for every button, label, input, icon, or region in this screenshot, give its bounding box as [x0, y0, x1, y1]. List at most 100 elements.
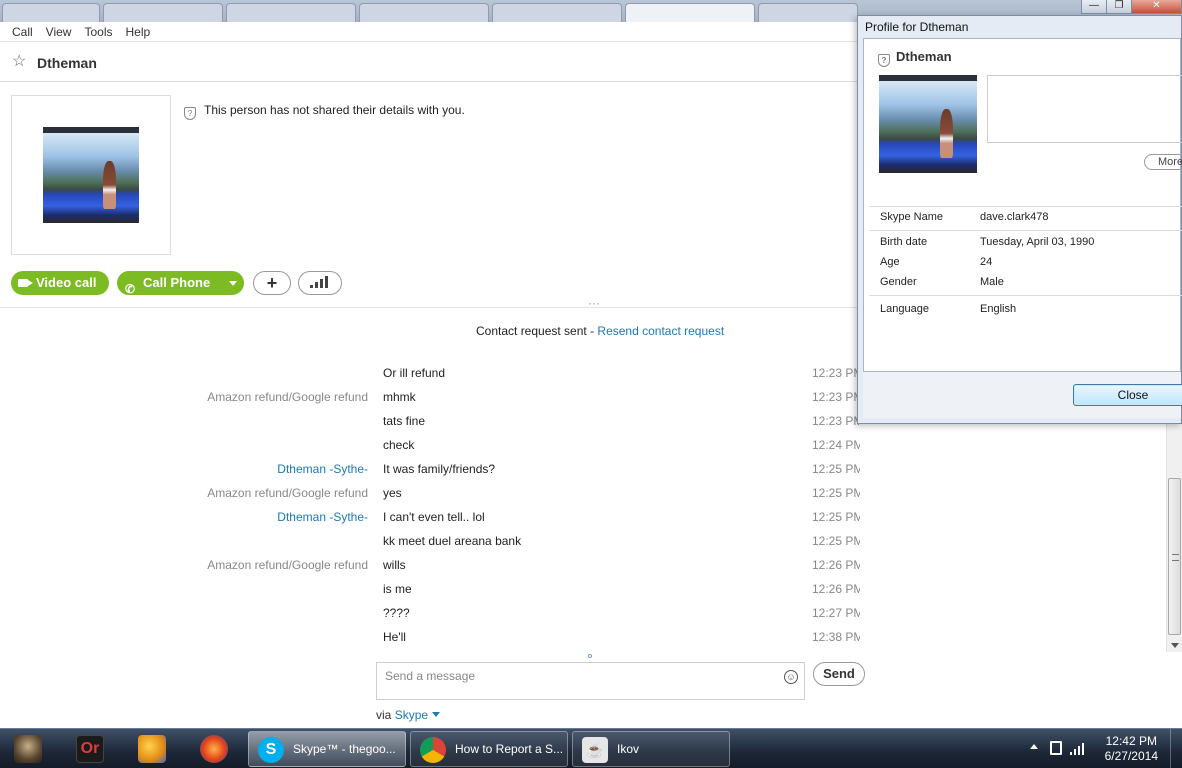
- browser-icon[interactable]: [200, 735, 228, 763]
- more-label: More: [1158, 156, 1182, 168]
- field-label: Skype Name: [880, 211, 943, 223]
- clock-time: 12:42 PM: [1105, 734, 1157, 748]
- add-to-conversation-button[interactable]: +: [253, 271, 291, 295]
- skype-icon: S: [258, 737, 284, 763]
- call-quality-button[interactable]: [298, 271, 342, 295]
- message-text: ????: [383, 606, 410, 620]
- star-icon[interactable]: ☆: [12, 54, 26, 70]
- via-skype-link[interactable]: Skype: [395, 708, 428, 722]
- scrollbar-thumb[interactable]: [1168, 478, 1181, 635]
- taskbar-button-chrome[interactable]: How to Report a S...: [410, 731, 568, 767]
- field-label: Language: [880, 303, 929, 315]
- browser-tab-active[interactable]: [625, 3, 755, 22]
- contact-name: Dtheman: [37, 55, 97, 71]
- power-icon[interactable]: [1050, 741, 1062, 755]
- message-time: 12:38 PM: [812, 630, 860, 644]
- via-selector: via Skype: [376, 708, 441, 722]
- resend-request-link[interactable]: Resend contact request: [597, 324, 724, 338]
- chat-message: Dtheman -Sythe- It was family/friends? 1…: [0, 458, 860, 482]
- network-icon[interactable]: [1070, 741, 1088, 755]
- menu-tools[interactable]: Tools: [84, 22, 112, 42]
- profile-photo: [879, 75, 977, 173]
- close-button[interactable]: Close: [1073, 384, 1182, 406]
- field-value: Tuesday, April 03, 1990: [980, 236, 1095, 248]
- message-text: is me: [383, 582, 412, 596]
- browser-tab[interactable]: [359, 3, 489, 22]
- chat-message: Amazon refund/Google refund wills 12:26 …: [0, 554, 860, 578]
- taskbar-button-skype[interactable]: S Skype™ - thegoo...: [248, 731, 406, 767]
- signal-bars-icon: [310, 276, 330, 288]
- message-text: yes: [383, 486, 402, 500]
- more-button[interactable]: More: [1144, 154, 1182, 170]
- chat-message: Or ill refund 12:23 PM: [0, 362, 860, 386]
- field-label: Gender: [880, 276, 917, 288]
- menu-view[interactable]: View: [46, 22, 72, 42]
- chat-message: kk meet duel areana bank 12:25 PM: [0, 530, 860, 554]
- chat-scrollbar[interactable]: [1166, 420, 1182, 652]
- taskbar-label: Skype™ - thegoo...: [293, 742, 396, 756]
- privacy-icon: ?: [878, 54, 890, 67]
- send-button[interactable]: Send: [813, 662, 865, 686]
- show-desktop-button[interactable]: [1170, 729, 1182, 768]
- message-input[interactable]: Send a message ☺: [376, 662, 805, 700]
- shield-app-icon[interactable]: [138, 735, 166, 763]
- resize-handle[interactable]: ···: [588, 296, 600, 310]
- video-call-button[interactable]: Video call: [11, 271, 109, 295]
- profile-footer: Close: [863, 372, 1182, 418]
- message-placeholder: Send a message: [385, 669, 476, 683]
- no-details-notice: ? This person has not shared their detail…: [184, 103, 465, 120]
- message-time: 12:25 PM: [812, 462, 860, 476]
- request-text: Contact request sent -: [476, 324, 598, 338]
- no-details-text: This person has not shared their details…: [204, 103, 465, 117]
- field-label: Age: [880, 256, 900, 268]
- message-sender[interactable]: Dtheman -Sythe-: [277, 510, 368, 524]
- menu-help[interactable]: Help: [125, 22, 150, 42]
- message-text: Or ill refund: [383, 366, 446, 380]
- message-text: check: [383, 438, 415, 452]
- browser-tab[interactable]: [758, 3, 858, 22]
- avatar-photo: [43, 127, 139, 223]
- chat-message: Dtheman -Sythe- I can't even tell.. lol …: [0, 506, 860, 530]
- chat-history: Or ill refund 12:23 PM Amazon refund/Goo…: [0, 344, 860, 654]
- field-label: Birth date: [880, 236, 928, 248]
- browser-tab[interactable]: [2, 3, 100, 22]
- game-icon[interactable]: [14, 735, 42, 763]
- scroll-down-arrow[interactable]: [1171, 643, 1179, 648]
- chevron-down-icon[interactable]: [432, 712, 441, 717]
- taskbar-button-ikov[interactable]: ☕ Ikov: [572, 731, 730, 767]
- profile-separator: [869, 230, 1182, 231]
- message-text: wills: [383, 558, 406, 572]
- taskbar-label: How to Report a S...: [455, 742, 564, 756]
- browser-tab[interactable]: [226, 3, 356, 22]
- message-time: 12:23 PM: [812, 414, 860, 428]
- message-time: 12:26 PM: [812, 558, 860, 572]
- clock[interactable]: 12:42 PM 6/27/2014: [1105, 734, 1158, 764]
- field-value: Male: [980, 276, 1004, 288]
- show-hidden-icons-icon[interactable]: [1030, 744, 1038, 749]
- message-time: 12:27 PM: [812, 606, 860, 620]
- browser-tab[interactable]: [103, 3, 223, 22]
- field-value: 24: [980, 256, 993, 268]
- maximize-button[interactable]: ❐: [1106, 0, 1132, 14]
- call-phone-label: Call Phone: [143, 275, 211, 290]
- call-phone-button[interactable]: ✆ Call Phone: [117, 271, 244, 296]
- message-time: 12:23 PM: [812, 390, 860, 404]
- field-value: dave.clark478: [980, 211, 1049, 223]
- emoticon-icon[interactable]: ☺: [784, 670, 798, 684]
- profile-body: ? Dtheman More Skype Name dave.clark478 Bi…: [863, 38, 1182, 372]
- message-sender[interactable]: Dtheman -Sythe-: [277, 462, 368, 476]
- menu-call[interactable]: Call: [12, 22, 33, 42]
- profile-separator: [869, 206, 1182, 207]
- profile-name: ? Dtheman: [878, 49, 952, 67]
- browser-tab[interactable]: [492, 3, 622, 22]
- chevron-down-icon[interactable]: [229, 281, 237, 286]
- contact-request-notice: Contact request sent - Resend contact re…: [476, 324, 724, 338]
- privacy-icon: ?: [184, 107, 196, 120]
- chat-message: check 12:24 PM: [0, 434, 860, 458]
- minimize-button[interactable]: —: [1081, 0, 1107, 14]
- message-time: 12:25 PM: [812, 486, 860, 500]
- close-window-button[interactable]: ✕: [1131, 0, 1182, 14]
- origin-icon[interactable]: Or: [76, 735, 104, 763]
- message-time: 12:23 PM: [812, 366, 860, 380]
- chat-message: Amazon refund/Google refund mhmk 12:23 P…: [0, 386, 860, 410]
